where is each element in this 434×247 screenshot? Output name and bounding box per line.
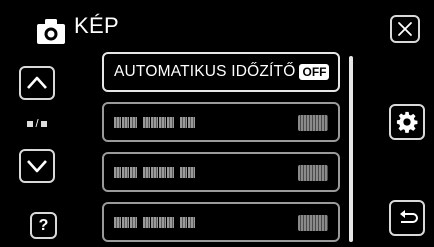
page-title: KÉP (74, 13, 119, 38)
page-total-glyph (40, 121, 47, 127)
chevron-down-icon (27, 160, 47, 173)
menu-item-automatikus-idozito[interactable]: AUTOMATIKUS IDŐZÍTŐ OFF (102, 52, 340, 92)
back-button[interactable] (389, 200, 425, 236)
placeholder-value-glyph (298, 115, 328, 131)
menu-item-placeholder[interactable] (102, 202, 340, 242)
placeholder-value-glyph (298, 215, 328, 231)
scrollbar[interactable] (349, 56, 353, 242)
page-indicator: / (22, 118, 52, 130)
placeholder-text-glyphs (114, 166, 195, 178)
help-button[interactable]: ? (30, 212, 57, 239)
placeholder-text-glyphs (114, 116, 195, 128)
scroll-up-button[interactable] (19, 66, 55, 100)
return-icon (400, 210, 418, 223)
placeholder-text-glyphs (114, 216, 195, 228)
close-button[interactable] (390, 15, 420, 43)
camera-icon (37, 19, 65, 44)
page-separator: / (35, 118, 39, 130)
scroll-down-button[interactable] (19, 149, 55, 183)
page-current-glyph (27, 121, 34, 127)
menu-item-placeholder[interactable] (102, 102, 340, 142)
placeholder-value-glyph (298, 165, 328, 181)
gear-icon (396, 111, 418, 133)
close-icon (398, 22, 412, 36)
off-badge: OFF (299, 64, 330, 80)
menu-item-placeholder[interactable] (102, 152, 340, 192)
settings-button[interactable] (389, 104, 425, 140)
chevron-up-icon (27, 76, 47, 89)
menu-item-label: AUTOMATIKUS IDŐZÍTŐ (114, 63, 296, 80)
